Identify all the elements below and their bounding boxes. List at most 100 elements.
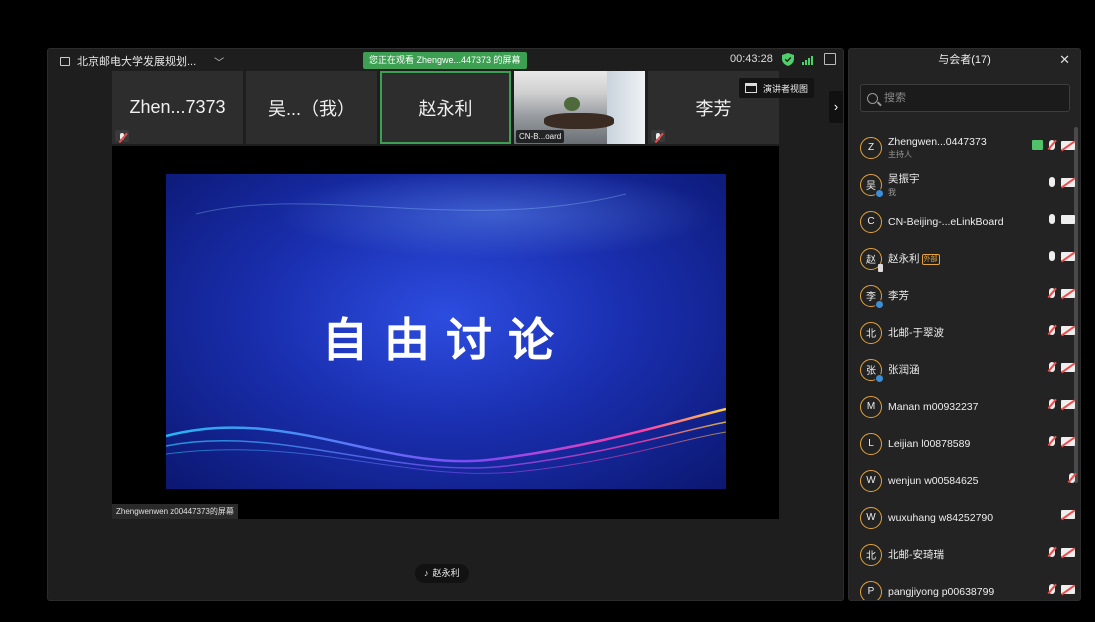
mic-muted-icon[interactable]	[1049, 436, 1055, 446]
camera-off-icon[interactable]	[1061, 140, 1075, 150]
camera-conference-table	[544, 113, 614, 129]
chevron-down-icon: ﹀	[214, 57, 225, 69]
avatar: 北	[860, 321, 882, 344]
participant-name: CN-Beijing-...eLinkBoard	[888, 215, 1004, 228]
meeting-window: 北京邮电大学发展规划... ﹀ 您正在观看 Zhengwe...447373 的…	[47, 48, 844, 601]
video-tile[interactable]: 吴...（我）	[246, 71, 377, 144]
mic-icon[interactable]	[1049, 177, 1055, 187]
avatar: W	[860, 506, 882, 529]
participant-name: 张润涵	[888, 364, 920, 376]
fullscreen-button[interactable]	[824, 53, 836, 65]
slide-title: 自由讨论	[322, 313, 570, 367]
avatar-initial: 北	[866, 329, 876, 340]
participant-row[interactable]: L Leijian l00878589	[849, 425, 1075, 462]
tile-name: Zhen...7373	[129, 97, 226, 117]
participant-row[interactable]: 张 张润涵	[849, 351, 1075, 388]
avatar-initial: 北	[866, 551, 876, 562]
shield-icon[interactable]	[782, 53, 794, 66]
participant-name: 李芳	[888, 290, 909, 302]
participant-name: Manan m00932237	[888, 400, 979, 413]
avatar-initial: 李	[866, 292, 876, 303]
video-tile[interactable]: Zhen...7373	[112, 71, 243, 144]
mic-muted-icon[interactable]	[1049, 399, 1055, 409]
mic-icon[interactable]	[1049, 214, 1055, 224]
participant-row[interactable]: 北 北邮-安琦瑞	[849, 536, 1075, 573]
participant-search[interactable]	[860, 84, 1070, 112]
mic-muted-icon[interactable]	[1049, 288, 1055, 298]
avatar: 李	[860, 284, 884, 309]
avatar: 吴	[860, 173, 884, 198]
avatar-initial: C	[867, 216, 875, 227]
camera-off-icon[interactable]	[1061, 399, 1075, 409]
meeting-topbar: 北京邮电大学发展规划... ﹀ 您正在观看 Zhengwe...447373 的…	[48, 49, 843, 71]
active-speaker-name: 赵永利	[432, 568, 460, 578]
participant-name: wuxuhang w84252790	[888, 511, 994, 524]
avatar-initial: L	[868, 438, 874, 449]
participant-row[interactable]: C CN-Beijing-...eLinkBoard	[849, 203, 1075, 240]
mic-icon[interactable]	[1049, 251, 1055, 261]
mic-muted-icon[interactable]	[1069, 473, 1075, 483]
mic-muted-icon[interactable]	[1049, 140, 1055, 150]
shared-screen: 自由讨论 Zhengwenwen z00447373的屏幕	[112, 146, 779, 519]
mic-muted-icon[interactable]	[1049, 325, 1055, 335]
video-strip: Zhen...7373 吴...（我） 赵永利 CN-B...oard 李芳	[112, 71, 779, 144]
participant-row[interactable]: Wwenjun w00584625	[849, 462, 1075, 499]
avatar: Z	[860, 136, 882, 159]
avatar-initial: Z	[867, 142, 875, 153]
phone-icon	[878, 263, 883, 272]
tile-name: 李芳	[695, 98, 732, 119]
avatar: L	[860, 432, 882, 455]
close-icon[interactable]: ✕	[1059, 52, 1070, 68]
participant-name: Leijian l00878589	[888, 437, 971, 450]
mic-muted-icon[interactable]	[1049, 584, 1055, 594]
participant-row[interactable]: 李 李芳	[849, 277, 1075, 314]
meeting-timer: 00:43:28	[730, 53, 773, 65]
presenter-view-button[interactable]: 演讲者视图	[739, 78, 815, 98]
camera-off-icon[interactable]	[1061, 510, 1075, 519]
camera-off-icon[interactable]	[1061, 547, 1075, 557]
camera-icon[interactable]	[1061, 214, 1075, 224]
chevron-right-icon[interactable]: ›	[829, 91, 843, 123]
avatar: M	[860, 395, 882, 418]
participant-name: pangjiyong p00638799	[888, 585, 995, 598]
meeting-title-dropdown[interactable]: 北京邮电大学发展规划... ﹀	[60, 53, 224, 69]
avatar: P	[860, 580, 882, 600]
signal-strength-icon[interactable]	[802, 55, 816, 65]
participant-list: Z Zhengwen...0447373 主持人吴 吴振宇我 C CN-Beijing-.…	[849, 129, 1075, 600]
meeting-title: 北京邮电大学发展规划...	[77, 56, 197, 68]
video-tile-active-speaker[interactable]: 赵永利	[380, 71, 511, 144]
participant-row[interactable]: 北 北邮-于翠波	[849, 314, 1075, 351]
camera-off-icon[interactable]	[1061, 325, 1075, 335]
camera-off-icon[interactable]	[1061, 362, 1075, 372]
camera-off-icon[interactable]	[1061, 288, 1075, 298]
panel-title: 与会者(17)	[938, 54, 991, 66]
screen-share-icon	[1032, 140, 1043, 150]
participant-row[interactable]: Z Zhengwen...0447373 主持人	[849, 129, 1075, 166]
participant-row[interactable]: 吴 吴振宇我	[849, 166, 1075, 203]
device-badge-icon	[875, 188, 884, 198]
search-input[interactable]	[884, 92, 1054, 104]
participant-row[interactable]: 赵 赵永利 外部	[849, 240, 1075, 277]
participant-name: Zhengwen...0447373	[888, 135, 987, 148]
mic-muted-icon[interactable]	[1049, 547, 1055, 557]
tile-name: 赵永利	[418, 98, 473, 119]
avatar: 张	[860, 358, 884, 383]
camera-off-icon[interactable]	[1061, 177, 1075, 187]
participant-row[interactable]: Ppangjiyong p00638799	[849, 573, 1075, 600]
camera-plant	[564, 97, 580, 111]
participants-panel: 与会者(17) ✕ Z Zhengwen...0447373主持人吴 吴振宇我 C CN…	[848, 48, 1081, 601]
viewing-screen-badge: 您正在观看 Zhengwe...447373 的屏幕	[363, 52, 527, 69]
mic-muted-icon[interactable]	[1049, 362, 1055, 372]
participant-row[interactable]: Wwuxuhang w84252790	[849, 499, 1075, 536]
tile-name: 吴...（我）	[267, 98, 355, 119]
avatar-initial: P	[867, 586, 875, 597]
participant-row[interactable]: M Manan m00932237	[849, 388, 1075, 425]
share-owner-label: Zhengwenwen z00447373的屏幕	[112, 504, 238, 519]
avatar-initial: W	[866, 512, 876, 523]
video-tile-camera[interactable]: CN-B...oard	[514, 71, 645, 144]
camera-off-icon[interactable]	[1061, 251, 1075, 261]
camera-off-icon[interactable]	[1061, 584, 1075, 594]
participant-name: wenjun w00584625	[888, 474, 979, 487]
camera-off-icon[interactable]	[1061, 436, 1075, 446]
avatar-initial: 赵	[866, 255, 876, 266]
